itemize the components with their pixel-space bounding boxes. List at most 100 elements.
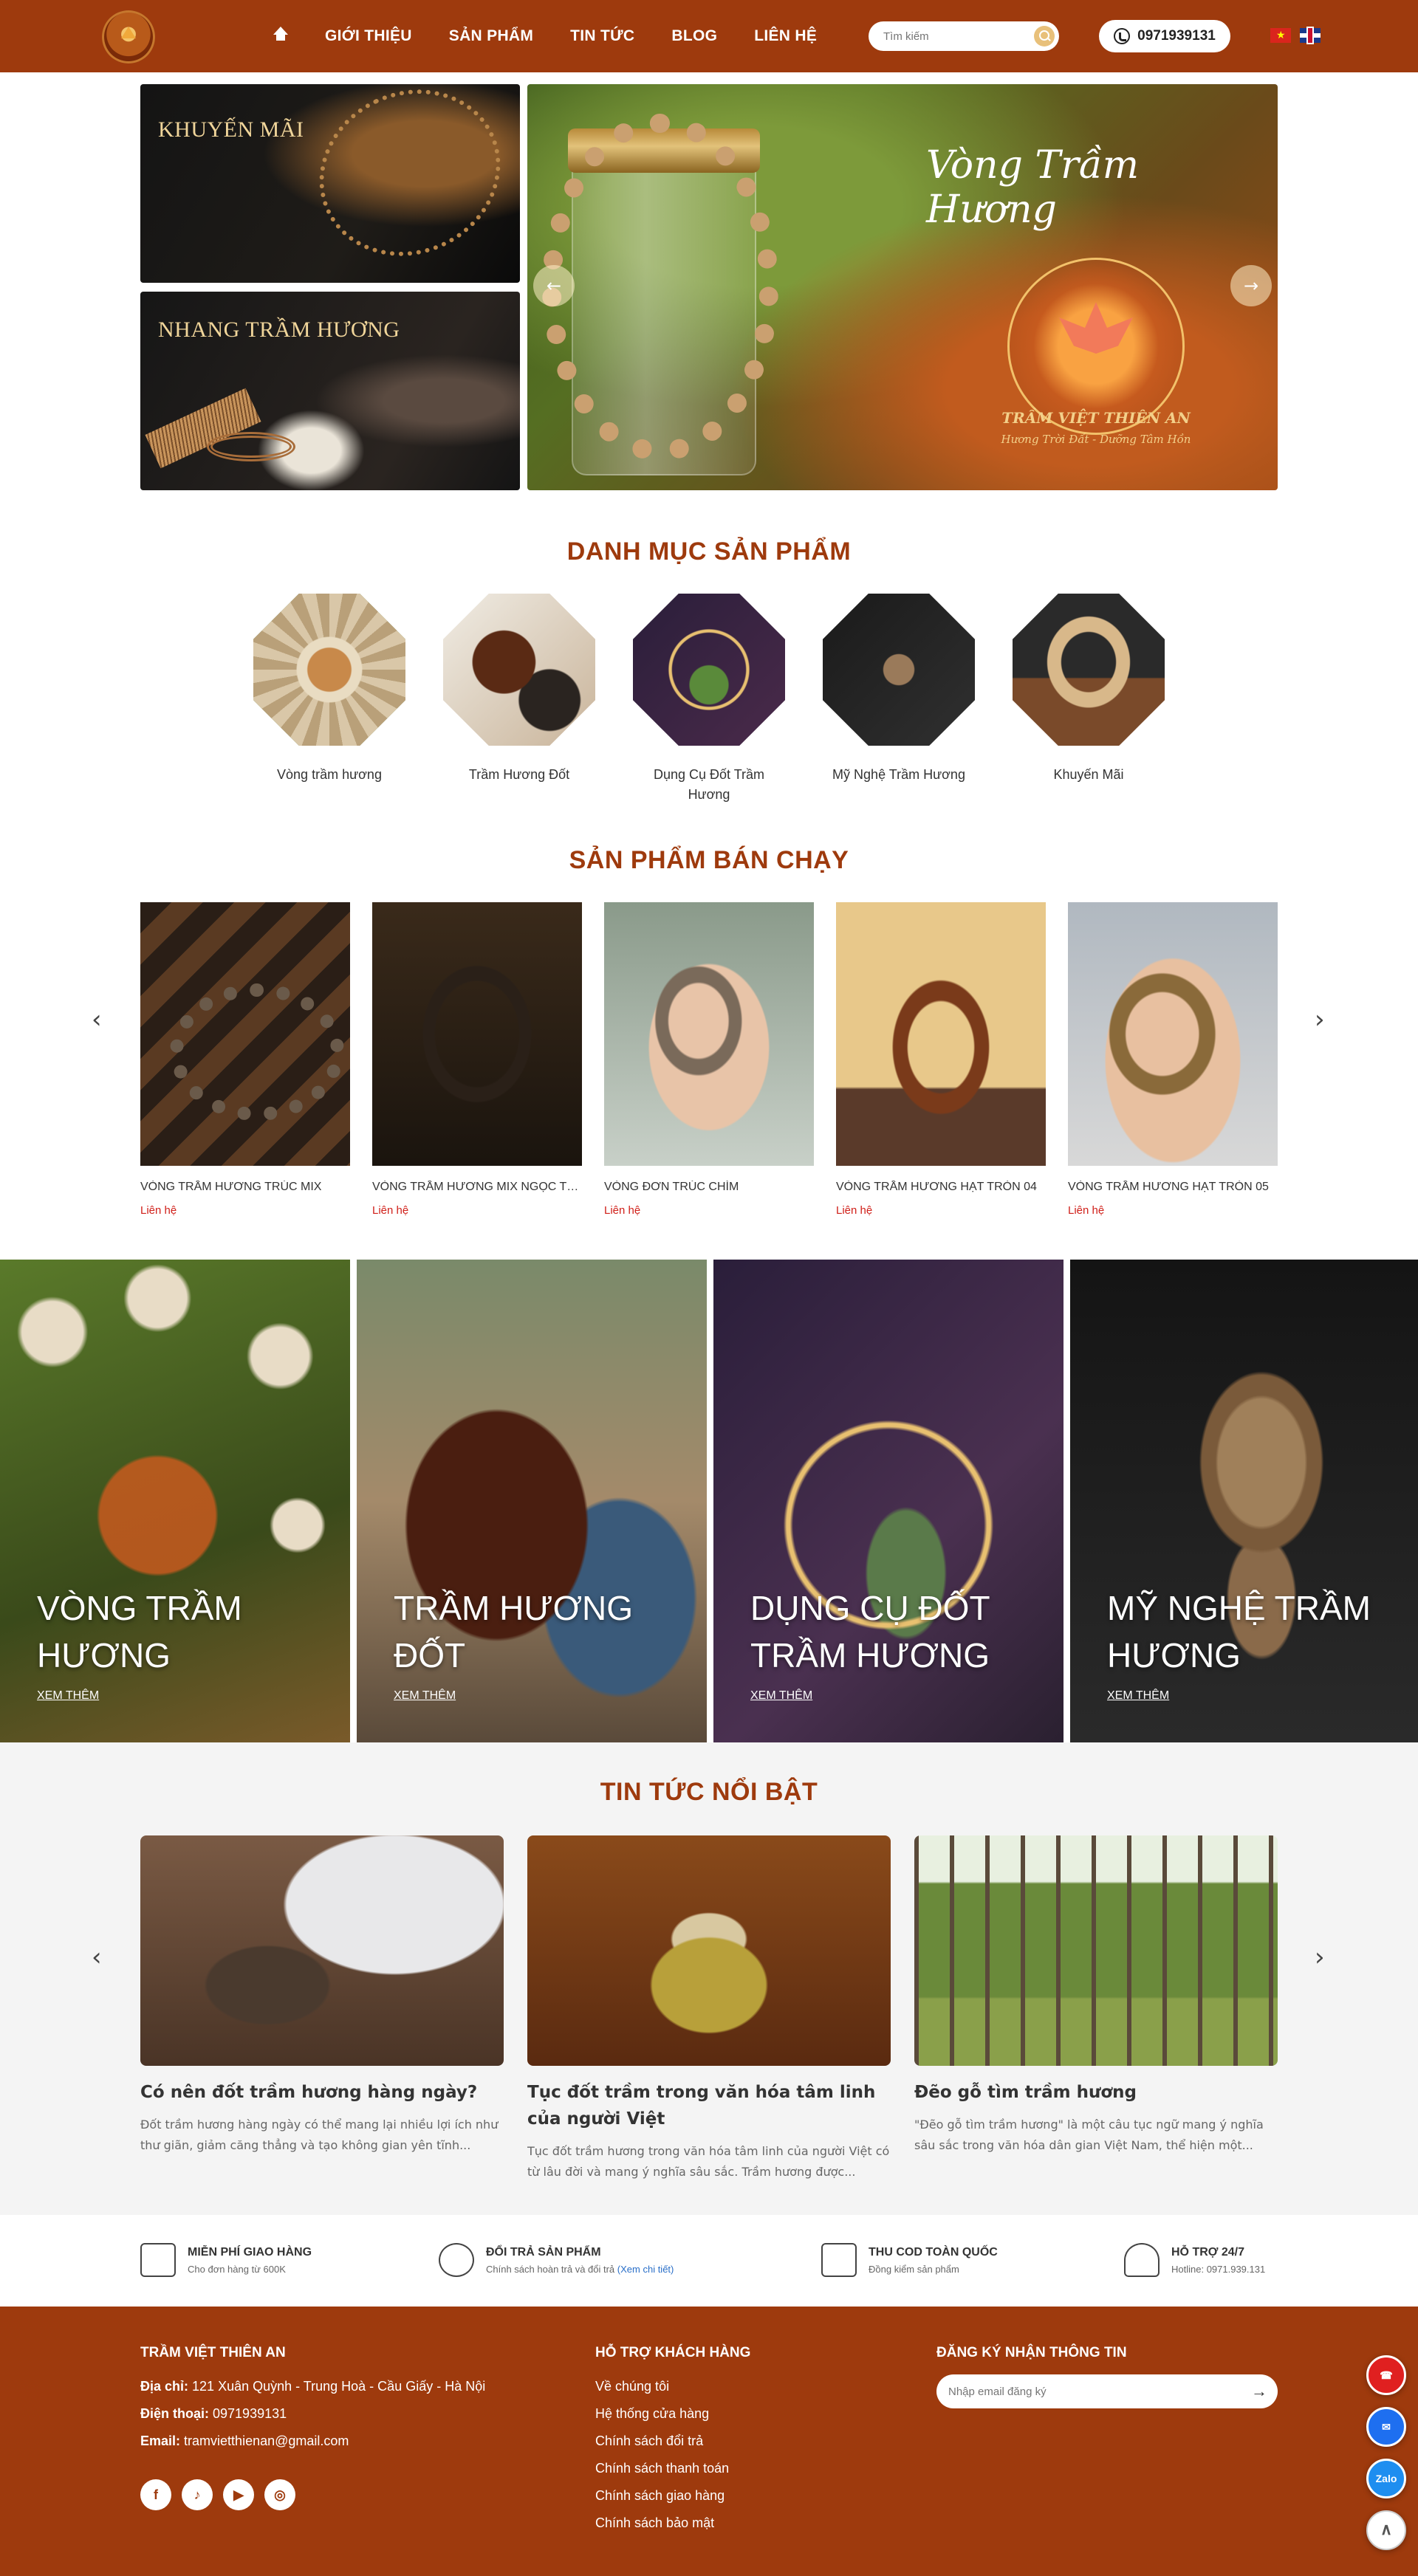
hotline-button[interactable]: 0971939131: [1099, 20, 1230, 52]
category-label: Mỹ Nghệ Trầm Hương: [832, 767, 965, 782]
best-sellers-title: SẢN PHẨM BÁN CHẠY: [569, 846, 849, 874]
nav-about[interactable]: GIỚI THIỆU: [325, 27, 412, 45]
support-links: Về chúng tôi Hệ thống cửa hàng Chính sác…: [595, 2373, 729, 2537]
tiktok-icon[interactable]: ♪: [182, 2479, 213, 2510]
newsletter-email-input[interactable]: [936, 2374, 1217, 2408]
product-card[interactable]: VÒNG TRẦM HƯƠNG TRÚC MIX Liên hệ: [140, 902, 350, 1217]
nav-news[interactable]: TIN TỨC: [570, 27, 634, 45]
phone-call-icon[interactable]: ☎: [1366, 2355, 1406, 2395]
news-card[interactable]: Tục đốt trầm trong văn hóa tâm linh của …: [527, 1835, 891, 2182]
lotus-logo: [1007, 258, 1185, 435]
category-label: Vòng trầm hương: [277, 767, 382, 782]
footer-link[interactable]: Chính sách giao hàng: [595, 2482, 729, 2510]
promo-banner-incense[interactable]: NHANG TRẦM HƯƠNG: [140, 292, 520, 490]
banner-title: VÒNG TRẦM HƯƠNG: [37, 1589, 242, 1675]
category-banner[interactable]: MỸ NGHỆ TRẦM HƯƠNG XEM THÊM: [1070, 1260, 1418, 1742]
news-card[interactable]: Có nên đốt trầm hương hàng ngày? Đốt trầ…: [140, 1835, 504, 2156]
search-icon[interactable]: [1034, 26, 1055, 47]
footer-link[interactable]: Chính sách thanh toán: [595, 2455, 729, 2482]
newsletter-form: →: [936, 2374, 1278, 2408]
feature-title: HỖ TRỢ 24/7: [1171, 2246, 1245, 2259]
category-image: [823, 594, 975, 746]
news-excerpt: Đốt trầm hương hàng ngày có thể mang lại…: [140, 2118, 499, 2152]
logo[interactable]: [102, 10, 155, 63]
policy-detail-link[interactable]: (Xem chi tiết): [617, 2264, 674, 2275]
feature-desc: Hotline: 0971.939.131: [1171, 2264, 1266, 2275]
view-more-link[interactable]: XEM THÊM: [1107, 1689, 1169, 1703]
bracelet-image: [292, 84, 520, 283]
product-card[interactable]: VÒNG TRẦM HƯƠNG MIX NGỌC TRAI Liên hệ: [372, 902, 582, 1217]
category-label: Dụng Cụ Đốt Trầm Hương: [653, 767, 765, 802]
zalo-icon[interactable]: Zalo: [1366, 2459, 1406, 2498]
slider-prev-button[interactable]: ←: [533, 265, 575, 306]
instagram-icon[interactable]: ◎: [264, 2479, 295, 2510]
hotline-number: 0971939131: [1137, 28, 1216, 44]
facebook-icon[interactable]: f: [140, 2479, 171, 2510]
flag-uk-icon[interactable]: [1300, 28, 1321, 43]
category-image: [1013, 594, 1165, 746]
product-price: Liên hệ: [1068, 1204, 1105, 1217]
promo-title: KHUYẾN MÃI: [158, 117, 304, 142]
category-image: [633, 594, 785, 746]
youtube-icon[interactable]: ▶: [223, 2479, 254, 2510]
email-value: tramvietthienan@gmail.com: [184, 2434, 349, 2448]
footer-link[interactable]: Chính sách bảo mật: [595, 2510, 729, 2537]
product-name: VÒNG ĐƠN TRÚC CHÌM: [604, 1181, 739, 1193]
best-next-arrow[interactable]: ›: [1315, 1007, 1325, 1032]
product-card[interactable]: VÒNG ĐƠN TRÚC CHÌM Liên hệ: [604, 902, 814, 1217]
banner-title: TRẦM HƯƠNG ĐỐT: [394, 1589, 634, 1675]
footer-company-name: TRẦM VIỆT THIÊN AN: [140, 2345, 286, 2360]
feature-desc-text: Chính sách hoàn trả và đổi trả: [486, 2264, 615, 2275]
bracelet-image: [542, 114, 778, 461]
footer-link[interactable]: Hệ thống cửa hàng: [595, 2400, 729, 2428]
category-item[interactable]: Vòng trầm hương: [253, 594, 405, 785]
view-more-link[interactable]: XEM THÊM: [394, 1689, 456, 1703]
news-excerpt: Tục đốt trầm hương trong văn hóa tâm lin…: [527, 2144, 890, 2179]
search-input[interactable]: [869, 21, 1016, 51]
features-bar: MIỄN PHÍ GIAO HÀNG Cho đơn hàng từ 600K …: [0, 2215, 1418, 2307]
category-banner[interactable]: DỤNG CỤ ĐỐT TRẦM HƯƠNG XEM THÊM: [713, 1260, 1064, 1742]
product-image: [604, 902, 814, 1166]
back-to-top-button[interactable]: ∧: [1366, 2510, 1406, 2550]
slide-title: Vòng Trầm Hương: [926, 143, 1140, 232]
category-item[interactable]: Khuyến Mãi: [1013, 594, 1165, 785]
nav-products[interactable]: SẢN PHẨM: [449, 27, 533, 45]
news-card[interactable]: Đẽo gỗ tìm trầm hương "Đẽo gỗ tìm trầm h…: [914, 1835, 1278, 2156]
flag-vn-icon[interactable]: [1270, 28, 1291, 43]
banner-title: DỤNG CỤ ĐỐT TRẦM HƯƠNG: [750, 1589, 990, 1675]
address-value: 121 Xuân Quỳnh - Trung Hoà - Cầu Giấy - …: [192, 2379, 486, 2394]
news-excerpt: "Đẽo gỗ tìm trầm hương" là một câu tục n…: [914, 2118, 1264, 2152]
nav-blog[interactable]: BLOG: [671, 27, 717, 45]
hero-section: KHUYẾN MÃI NHANG TRẦM HƯƠNG Vòng Trầm Hư…: [140, 84, 1278, 490]
category-label: Trầm Hương Đốt: [468, 767, 570, 782]
address-line: Địa chỉ: 121 Xuân Quỳnh - Trung Hoà - Cầ…: [140, 2373, 485, 2400]
arrow-right-icon[interactable]: →: [1251, 2382, 1267, 2401]
view-more-link[interactable]: XEM THÊM: [37, 1689, 99, 1703]
return-icon: [439, 2243, 474, 2277]
slider-next-button[interactable]: →: [1230, 265, 1272, 306]
site-header: GIỚI THIỆU SẢN PHẨM TIN TỨC BLOG LIÊN HỆ…: [0, 0, 1418, 72]
product-card[interactable]: VÒNG TRẦM HƯƠNG HẠT TRÒN 05 Liên hệ: [1068, 902, 1278, 1217]
site-footer: TRẦM VIỆT THIÊN AN Địa chỉ: 121 Xuân Quỳ…: [0, 2307, 1418, 2576]
promo-banner-sale[interactable]: KHUYẾN MÃI: [140, 84, 520, 283]
category-item[interactable]: Dụng Cụ Đốt Trầm Hương: [633, 594, 785, 805]
nav-contact[interactable]: LIÊN HỆ: [754, 27, 817, 45]
footer-link[interactable]: Chính sách đổi trả: [595, 2428, 729, 2455]
category-item[interactable]: Trầm Hương Đốt: [443, 594, 595, 785]
news-next-arrow[interactable]: ›: [1315, 1945, 1325, 1970]
view-more-link[interactable]: XEM THÊM: [750, 1689, 812, 1703]
news-prev-arrow[interactable]: ‹: [92, 1945, 102, 1970]
home-icon[interactable]: [273, 27, 288, 46]
category-item[interactable]: Mỹ Nghệ Trầm Hương: [823, 594, 975, 785]
categories-title: DANH MỤC SẢN PHẨM: [566, 537, 852, 566]
support-agent-icon: [1124, 2243, 1160, 2277]
news-card-title: Tục đốt trầm trong văn hóa tâm linh của …: [527, 2083, 876, 2129]
footer-link[interactable]: Về chúng tôi: [595, 2373, 729, 2400]
news-image: [527, 1835, 891, 2066]
messenger-icon[interactable]: ✉: [1366, 2407, 1406, 2447]
category-banner[interactable]: TRẦM HƯƠNG ĐỐT XEM THÊM: [357, 1260, 707, 1742]
product-card[interactable]: VÒNG TRẦM HƯƠNG HẠT TRÒN 04 Liên hệ: [836, 902, 1046, 1217]
category-banner[interactable]: VÒNG TRẦM HƯƠNG XEM THÊM: [0, 1260, 350, 1742]
product-price: Liên hệ: [140, 1204, 177, 1217]
best-prev-arrow[interactable]: ‹: [92, 1007, 102, 1032]
